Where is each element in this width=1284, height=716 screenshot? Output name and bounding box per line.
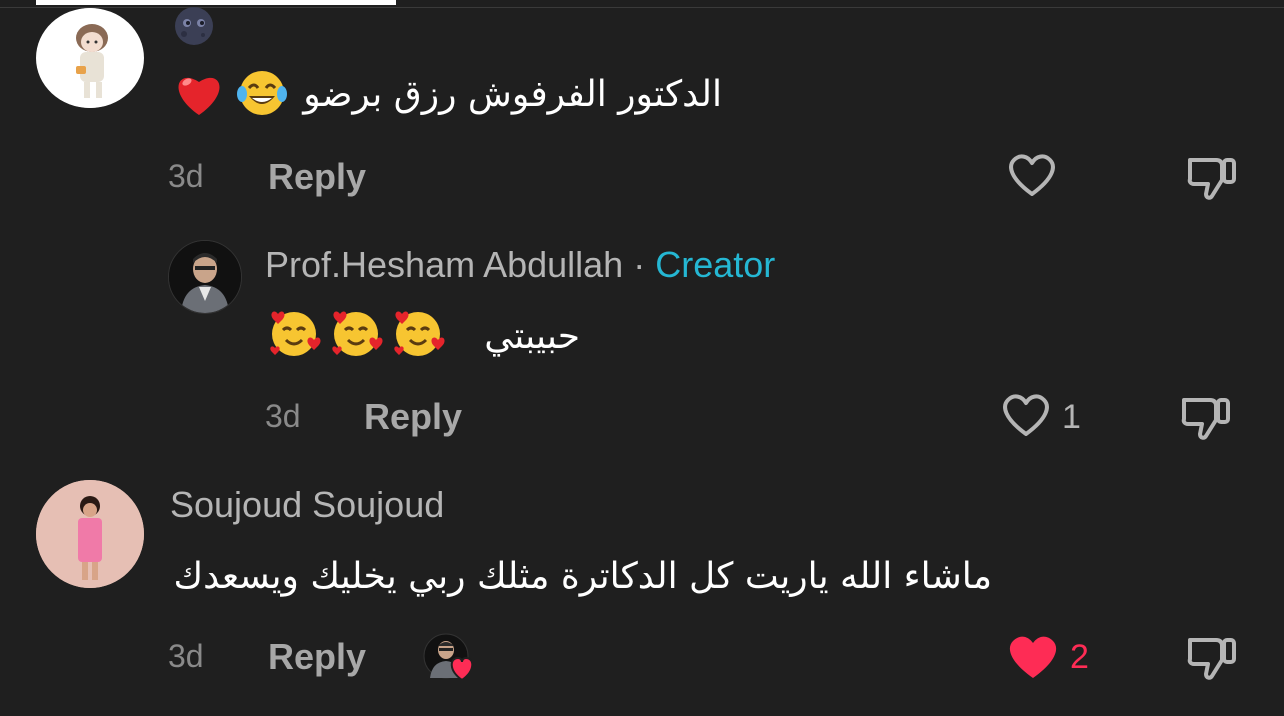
comment-text: حبيبتي (484, 316, 580, 357)
comment-time: 3d (265, 398, 301, 434)
smiling-face-with-hearts-icon (266, 306, 446, 362)
comment-username[interactable]: Prof.Hesham Abdullah · Creator (265, 244, 775, 286)
like-count: 2 (1070, 638, 1089, 676)
comment-text: الدكتور الفرفوش رزق برضو (303, 74, 722, 115)
heart-filled-icon[interactable] (1006, 632, 1060, 682)
comment-username[interactable]: Soujoud Soujoud (170, 484, 444, 526)
comment-time: 3d (168, 158, 204, 194)
creator-liked-icon (422, 632, 482, 684)
avatar[interactable] (36, 8, 144, 108)
comments-panel: الدكتور الفرفوش رزق برضو 3d Reply Prof.H… (0, 0, 1284, 716)
thumbs-down-icon[interactable] (1180, 392, 1232, 444)
reply-button[interactable]: Reply (268, 636, 366, 678)
reply-button[interactable]: Reply (268, 156, 366, 198)
joy-face-icon (236, 68, 288, 118)
avatar[interactable] (36, 480, 144, 588)
red-heart-icon (172, 68, 226, 118)
reply-button[interactable]: Reply (364, 396, 462, 438)
like-count: 1 (1062, 398, 1081, 436)
creator-badge: Creator (655, 244, 776, 285)
thumbs-down-icon[interactable] (1186, 632, 1238, 684)
thumbs-down-icon[interactable] (1186, 152, 1238, 204)
username-text[interactable]: Prof.Hesham Abdullah (265, 244, 623, 285)
comment-text: ماشاء الله ياريت كل الدكاترة مثلك ربي يخ… (173, 556, 992, 597)
heart-outline-icon[interactable] (1006, 152, 1058, 200)
new-moon-face-icon (172, 6, 216, 46)
active-tab-indicator (36, 0, 396, 5)
creator-avatar[interactable] (168, 240, 242, 314)
heart-outline-icon[interactable] (1000, 392, 1052, 440)
separator-dot: · (633, 244, 646, 285)
comment-time: 3d (168, 638, 204, 674)
